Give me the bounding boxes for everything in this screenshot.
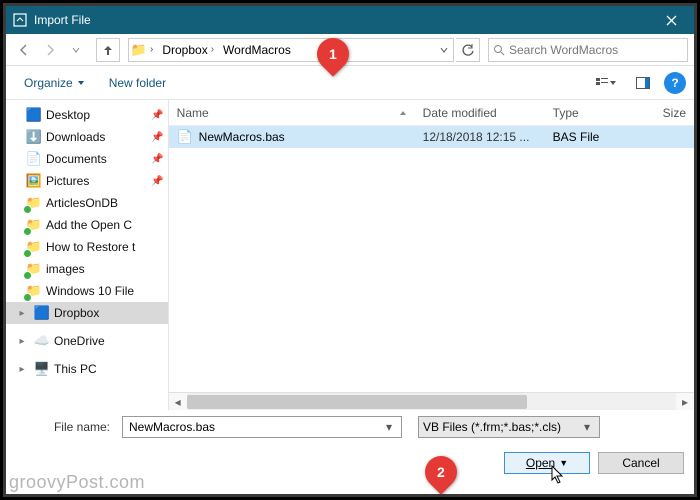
sidebar-item-pictures[interactable]: 🖼️ Pictures 📌 (6, 170, 168, 192)
folder-icon: 📄 (26, 151, 42, 167)
filename-input[interactable]: ▾ (122, 416, 402, 438)
footer: File name: ▾ VB Files (*.frm;*.bas;*.cls… (6, 410, 694, 482)
command-row: Organize New folder ? (6, 66, 694, 100)
body: 🟦 Desktop 📌 ⬇️ Downloads 📌 📄 Documents 📌 🖼️ Pictur… (6, 100, 694, 410)
sidebar-item-label: How to Restore t (46, 240, 135, 254)
folder-icon: 🟦 (34, 305, 50, 321)
new-folder-button[interactable]: New folder (99, 72, 176, 94)
open-button[interactable]: Open▼ (504, 452, 590, 474)
sidebar-item-label: Pictures (46, 174, 89, 188)
breadcrumb-bar[interactable]: 📁› Dropbox› WordMacros (128, 38, 454, 62)
expander-icon: ▸ (14, 333, 30, 349)
breadcrumb-label: WordMacros (223, 43, 291, 57)
sidebar-item-how-to-restore-t[interactable]: 📁 How to Restore t (6, 236, 168, 258)
folder-icon: 📁 (26, 283, 42, 299)
breadcrumb-label: Dropbox (162, 43, 207, 57)
forward-button[interactable] (38, 38, 62, 62)
file-row[interactable]: 📄 NewMacros.bas 12/18/2018 12:15 ...BAS Fi… (169, 126, 694, 148)
sidebar-item-dropbox[interactable]: ▸🟦 Dropbox (6, 302, 168, 324)
sidebar-item-label: ArticlesOnDB (46, 196, 118, 210)
window-title: Import File (34, 13, 649, 27)
nav-row: 📁› Dropbox› WordMacros Search WordMacros (6, 34, 694, 66)
sidebar-item-label: Windows 10 File (46, 284, 134, 298)
breadcrumb-root-icon[interactable]: 📁› (129, 39, 160, 61)
filetype-label: VB Files (*.frm;*.bas;*.cls) (423, 420, 579, 434)
folder-icon: 📁 (26, 217, 42, 233)
sidebar-item-label: Documents (46, 152, 107, 166)
sidebar-item-label: This PC (54, 362, 97, 376)
expander-icon: ▸ (14, 305, 30, 321)
title-bar: Import File (6, 6, 694, 34)
folder-icon: ☁️ (34, 333, 50, 349)
search-icon (493, 44, 505, 56)
help-button[interactable]: ? (664, 72, 686, 94)
sidebar-item-images[interactable]: 📁 images (6, 258, 168, 280)
column-header-name[interactable]: Name (169, 106, 415, 120)
close-button[interactable] (649, 6, 694, 34)
scroll-right-icon[interactable]: ▸ (676, 393, 694, 410)
pin-icon: 📌 (151, 176, 163, 187)
cancel-button[interactable]: Cancel (598, 452, 684, 474)
sidebar-item-desktop[interactable]: 🟦 Desktop 📌 (6, 104, 168, 126)
search-placeholder: Search WordMacros (509, 43, 618, 57)
sidebar-item-label: Add the Open C (46, 218, 132, 232)
scroll-left-icon[interactable]: ◂ (169, 393, 187, 410)
sidebar-item-label: Downloads (46, 130, 105, 144)
filename-dropdown-icon[interactable]: ▾ (381, 420, 397, 434)
up-button[interactable] (96, 38, 120, 62)
column-header-size[interactable]: Size (655, 106, 694, 120)
folder-icon: 📁 (26, 261, 42, 277)
horizontal-scrollbar[interactable]: ◂ ▸ (169, 392, 694, 410)
view-button[interactable] (586, 71, 626, 95)
filename-label: File name: (16, 420, 116, 434)
file-list: 📄 NewMacros.bas 12/18/2018 12:15 ...BAS Fi… (169, 126, 694, 392)
folder-icon: 📁 (26, 239, 42, 255)
sidebar-item-label: OneDrive (54, 334, 105, 348)
app-icon (6, 13, 34, 27)
preview-pane-button[interactable] (630, 71, 656, 95)
sidebar-item-label: images (46, 262, 85, 276)
sidebar-item-add-the-open-c[interactable]: 📁 Add the Open C (6, 214, 168, 236)
file-icon: 📄 (177, 129, 193, 145)
expander-icon: ▸ (14, 361, 30, 377)
folder-icon: 📁 (26, 195, 42, 211)
column-header-date[interactable]: Date modified (415, 106, 545, 120)
column-header-type[interactable]: Type (545, 106, 655, 120)
sidebar-item-this-pc[interactable]: ▸🖥️ This PC (6, 358, 168, 380)
file-date: 12/18/2018 12:15 ... (415, 130, 545, 144)
folder-icon: 🖥️ (34, 361, 50, 377)
pin-icon: 📌 (151, 154, 163, 165)
sidebar-item-downloads[interactable]: ⬇️ Downloads 📌 (6, 126, 168, 148)
sidebar-item-label: Dropbox (54, 306, 99, 320)
filetype-dropdown[interactable]: VB Files (*.frm;*.bas;*.cls) ▾ (418, 416, 600, 438)
folder-icon: 🟦 (26, 107, 42, 123)
scroll-thumb[interactable] (187, 395, 527, 409)
filename-field[interactable] (127, 419, 381, 435)
recent-dropdown[interactable] (64, 38, 88, 62)
cursor-icon (551, 465, 565, 485)
file-type: BAS File (545, 130, 655, 144)
sidebar-item-onedrive[interactable]: ▸☁️ OneDrive (6, 330, 168, 352)
pin-icon: 📌 (151, 110, 163, 121)
sidebar-item-documents[interactable]: 📄 Documents 📌 (6, 148, 168, 170)
organize-button[interactable]: Organize (14, 72, 95, 94)
folder-icon: ⬇️ (26, 129, 42, 145)
pin-icon: 📌 (151, 132, 163, 143)
refresh-button[interactable] (456, 38, 480, 62)
sidebar-item-label: Desktop (46, 108, 90, 122)
sidebar-item-articlesondb[interactable]: 📁 ArticlesOnDB (6, 192, 168, 214)
sidebar: 🟦 Desktop 📌 ⬇️ Downloads 📌 📄 Documents 📌 🖼️ Pictur… (6, 100, 169, 410)
folder-icon: 🖼️ (26, 173, 42, 189)
file-name: NewMacros.bas (199, 130, 285, 144)
breadcrumb-seg-wordmacros[interactable]: WordMacros (221, 39, 295, 61)
file-pane: Name Date modified Type Size 📄 NewMacros.… (169, 100, 694, 410)
search-input[interactable]: Search WordMacros (488, 38, 688, 62)
path-dropdown[interactable] (435, 45, 453, 55)
filetype-dropdown-icon: ▾ (579, 420, 595, 434)
back-button[interactable] (12, 38, 36, 62)
column-header-row: Name Date modified Type Size (169, 100, 694, 126)
sidebar-item-windows-10-file[interactable]: 📁 Windows 10 File (6, 280, 168, 302)
breadcrumb-seg-dropbox[interactable]: Dropbox› (160, 39, 221, 61)
